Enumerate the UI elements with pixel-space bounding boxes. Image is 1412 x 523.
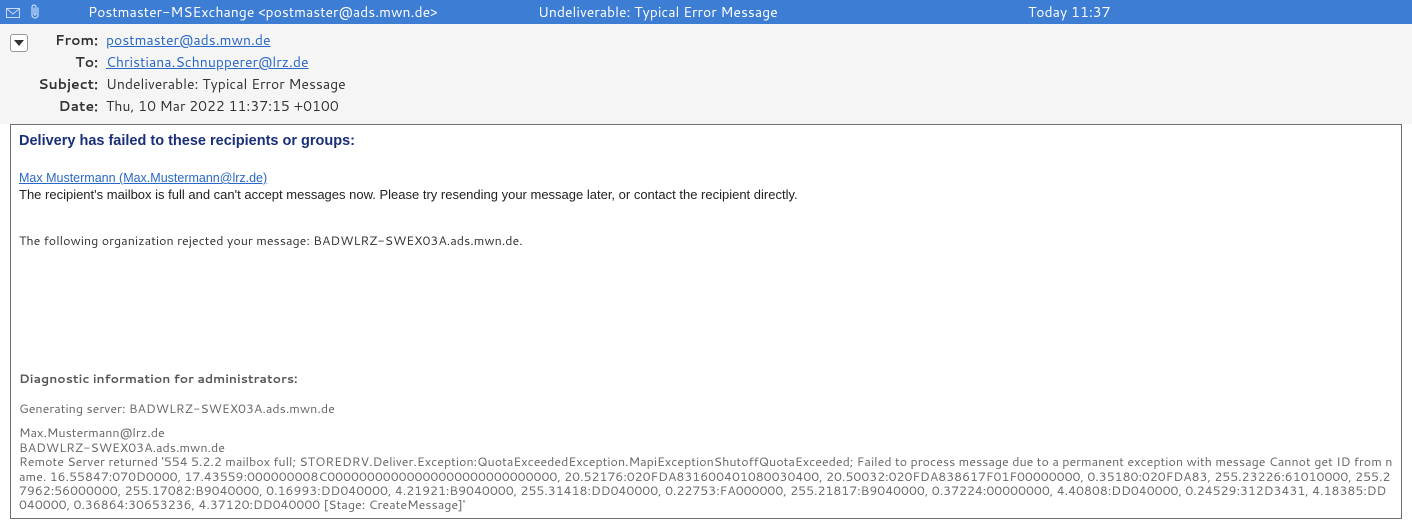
attachment-icon (26, 3, 44, 21)
subject-label: Subject: (38, 74, 98, 94)
message-body: Delivery has failed to these recipients … (10, 124, 1402, 519)
diagnostic-title: Diagnostic information for administrator… (19, 370, 1393, 388)
ndr-title: Delivery has failed to these recipients … (19, 133, 1393, 149)
rejecting-org: The following organization rejected your… (19, 232, 1393, 250)
titlebar-subject: Undeliverable: Typical Error Message (538, 2, 998, 22)
generating-server: Generating server: BADWLRZ-SWEX03A.ads.m… (19, 402, 1393, 416)
date-label: Date: (38, 96, 98, 116)
chevron-down-icon (14, 39, 24, 47)
diag-recipient: Max.Mustermann@lrz.de (19, 426, 1393, 440)
subject-value: Undeliverable: Typical Error Message (106, 74, 346, 94)
message-headers: From: postmaster@ads.mwn.de To: Christia… (0, 24, 1412, 124)
from-address-link[interactable]: postmaster@ads.mwn.de (106, 30, 271, 50)
read-mail-icon (4, 3, 22, 21)
collapse-headers-button[interactable] (10, 34, 28, 52)
to-address-link[interactable]: Christiana.Schnupperer@lrz.de (106, 52, 309, 72)
titlebar-date: Today 11:37 (1028, 2, 1408, 22)
to-label: To: (38, 52, 98, 72)
diag-detail: Remote Server returned '554 5.2.2 mailbo… (19, 455, 1393, 513)
from-label: From: (38, 30, 98, 50)
date-value: Thu, 10 Mar 2022 11:37:15 +0100 (106, 96, 346, 116)
titlebar-from: Postmaster-MSExchange <postmaster@ads.mw… (88, 2, 508, 22)
failed-recipient-link[interactable]: Max Mustermann (Max.Mustermann@lrz.de) (19, 171, 267, 185)
message-titlebar: Postmaster-MSExchange <postmaster@ads.mw… (0, 0, 1412, 24)
failure-reason: The recipient's mailbox is full and can'… (19, 187, 1393, 202)
diagnostic-block: Generating server: BADWLRZ-SWEX03A.ads.m… (19, 402, 1393, 519)
